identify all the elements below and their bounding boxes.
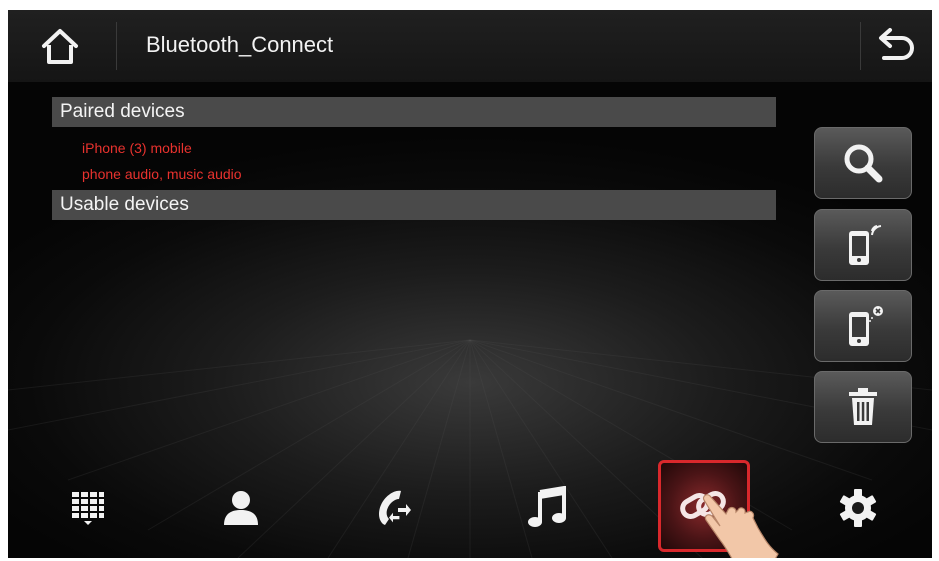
home-icon xyxy=(42,29,78,64)
usable-devices-header: Usable devices xyxy=(52,190,776,220)
disconnect-phone-icon xyxy=(849,306,883,346)
bluetooth-screen: Bluetooth_Connect Paired devices iPhone … xyxy=(8,10,932,558)
paired-device-name[interactable]: iPhone (3) mobile xyxy=(82,140,192,156)
header-divider xyxy=(860,22,861,70)
settings-button[interactable] xyxy=(828,480,888,536)
search-button[interactable] xyxy=(814,127,912,199)
back-button[interactable] xyxy=(872,26,920,66)
paired-device-profiles[interactable]: phone audio, music audio xyxy=(82,166,242,182)
music-button[interactable] xyxy=(518,480,578,536)
background-rays xyxy=(8,339,932,558)
dialpad-button[interactable] xyxy=(58,480,118,536)
dialpad-icon xyxy=(72,492,104,525)
header-divider xyxy=(116,22,117,70)
paired-devices-header: Paired devices xyxy=(52,97,776,127)
contacts-button[interactable] xyxy=(211,480,271,536)
music-icon xyxy=(528,486,566,527)
pointing-hand-icon xyxy=(702,494,779,558)
home-button[interactable] xyxy=(38,24,82,68)
back-arrow-icon xyxy=(879,28,914,60)
page-title: Bluetooth_Connect xyxy=(146,32,334,57)
search-icon xyxy=(844,144,883,183)
disconnect-device-button[interactable] xyxy=(814,290,912,362)
contacts-icon xyxy=(224,491,258,525)
call-log-icon xyxy=(379,490,411,525)
call-log-button[interactable] xyxy=(363,480,423,536)
delete-device-button[interactable] xyxy=(814,371,912,443)
settings-icon xyxy=(839,489,877,527)
connect-device-button[interactable] xyxy=(814,209,912,281)
trash-icon xyxy=(849,388,877,425)
top-bar: Bluetooth_Connect xyxy=(8,10,932,82)
connect-phone-icon xyxy=(849,225,882,265)
